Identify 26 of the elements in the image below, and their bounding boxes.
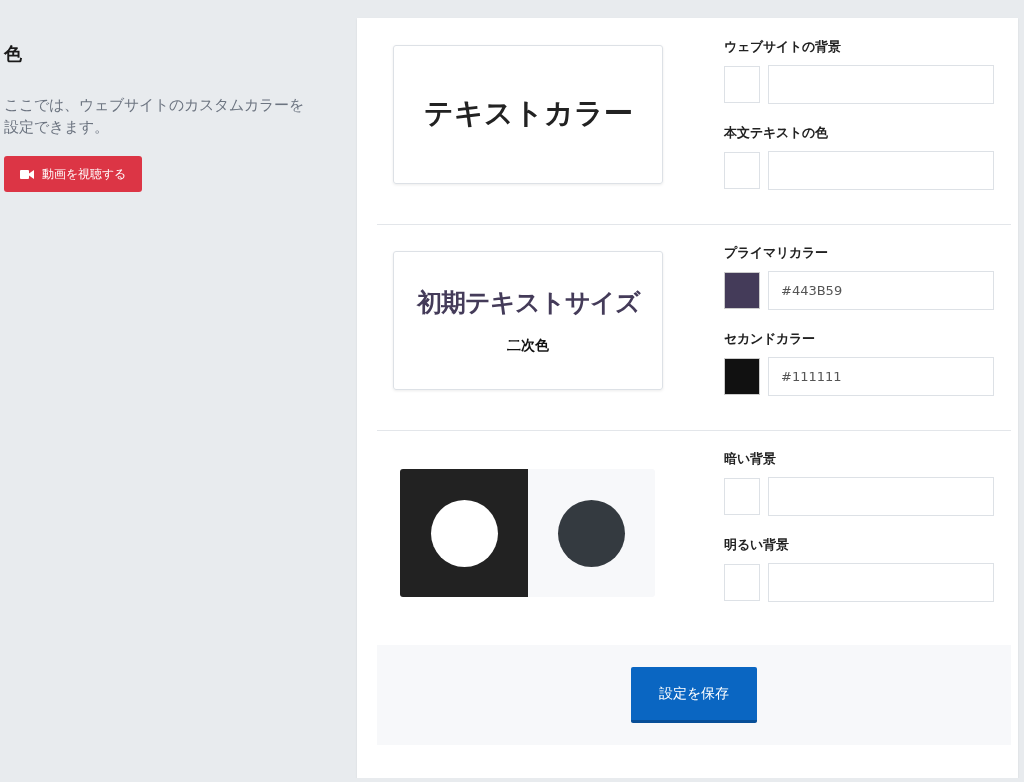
color-input[interactable]: #443B59 <box>768 271 994 310</box>
watch-video-button[interactable]: 動画を視聴する <box>4 156 142 192</box>
field-label: 明るい背景 <box>724 537 790 553</box>
color-swatch[interactable] <box>724 272 760 309</box>
save-settings-button[interactable]: 設定を保存 <box>631 667 757 723</box>
color-swatch[interactable] <box>724 478 760 515</box>
color-input[interactable] <box>768 563 994 602</box>
preview-text: テキストカラー <box>423 95 633 132</box>
color-swatch[interactable] <box>724 66 760 103</box>
video-camera-icon <box>20 169 34 179</box>
preview-heading: 初期テキストサイズ <box>416 287 640 319</box>
color-swatch[interactable] <box>724 564 760 601</box>
field-label: セカンドカラー <box>724 331 816 347</box>
field-label: プライマリカラー <box>724 245 829 261</box>
color-swatch[interactable] <box>724 358 760 395</box>
preview-subtext: 二次色 <box>507 337 549 355</box>
color-input[interactable] <box>768 151 994 190</box>
field-label: ウェブサイトの背景 <box>724 39 842 55</box>
color-input[interactable] <box>768 65 994 104</box>
color-input[interactable]: #111111 <box>768 357 994 396</box>
field-label: 本文テキストの色 <box>724 125 829 141</box>
color-swatch[interactable] <box>724 152 760 189</box>
section-description: ここでは、ウェブサイトのカスタムカラーを設定できます。 <box>4 95 305 138</box>
color-input[interactable] <box>768 477 994 516</box>
section-title: 色 <box>4 42 23 66</box>
field-label: 暗い背景 <box>724 451 777 467</box>
